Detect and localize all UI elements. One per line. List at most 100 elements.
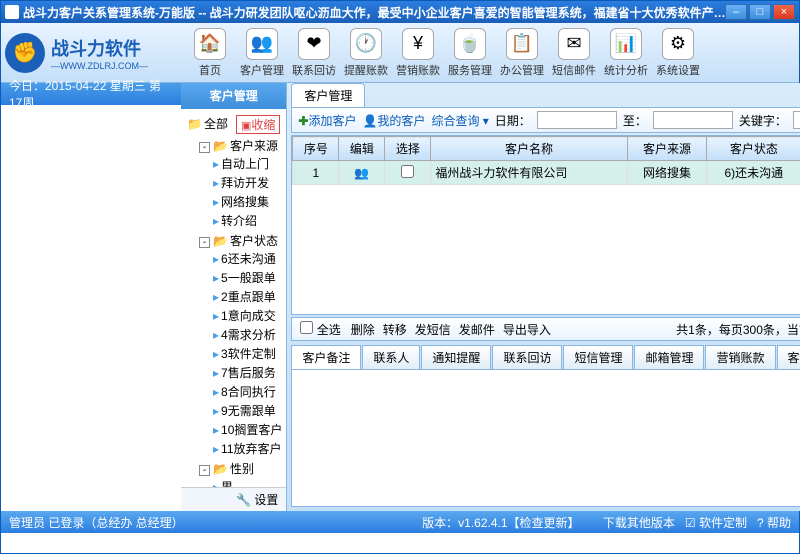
subtab[interactable]: 客户备注 — [291, 345, 361, 369]
tree-item[interactable]: 5一般跟单 — [221, 271, 276, 285]
toolbar-客户管理[interactable]: 👥客户管理 — [237, 27, 287, 79]
settings-link[interactable]: 🔧 设置 — [236, 491, 278, 508]
add-customer-button[interactable]: ✚添加客户 — [298, 112, 356, 129]
doc-icon: ▸ — [213, 271, 219, 285]
subtab[interactable]: 客户关怀 — [777, 345, 800, 369]
status-link[interactable]: 下载其他版本 — [603, 516, 675, 530]
toolbar-联系回访[interactable]: ❤联系回访 — [289, 27, 339, 79]
tree-item[interactable]: 9无需跟单 — [221, 404, 276, 418]
tree-item[interactable]: 自动上门 — [221, 157, 269, 171]
tree-group[interactable]: 客户来源 — [230, 139, 278, 153]
minimize-button[interactable]: – — [725, 4, 747, 20]
pager-op[interactable]: 删除 — [351, 321, 375, 338]
pager-op[interactable]: 发邮件 — [459, 321, 495, 338]
tree-root[interactable]: 全部 — [204, 117, 228, 131]
col-header[interactable]: 序号 — [293, 137, 339, 161]
pager-op[interactable]: 转移 — [383, 321, 407, 338]
subtab[interactable]: 邮箱管理 — [634, 345, 704, 369]
my-customers-button[interactable]: 👤我的客户 — [362, 112, 425, 129]
sub-content — [291, 369, 800, 507]
doc-icon: ▸ — [213, 290, 219, 304]
toolbar-icon: 📋 — [506, 28, 538, 60]
tree-item[interactable]: 10搁置客户 — [221, 423, 282, 437]
doc-icon: ▸ — [213, 423, 219, 437]
doc-icon: ▸ — [213, 214, 219, 228]
tree-toggle[interactable]: - — [199, 465, 210, 476]
table-row[interactable]: 1 👥 福州战斗力软件有限公司 网络搜集 6)还未沟通 李先生 男 总经理 — [293, 161, 800, 185]
toolbar-icon: 📊 — [610, 28, 642, 60]
tree-item[interactable]: 男 — [221, 480, 233, 487]
maximize-button[interactable]: □ — [749, 4, 771, 20]
pager-op[interactable]: 发短信 — [415, 321, 451, 338]
keyword-input[interactable] — [793, 111, 800, 129]
title-bar: 战斗力客户关系管理系统-万能版 -- 战斗力研发团队呕心沥血大作，最受中小企业客… — [1, 1, 799, 23]
toolbar-服务管理[interactable]: 🍵服务管理 — [445, 27, 495, 79]
tree-item[interactable]: 7售后服务 — [221, 366, 276, 380]
doc-icon: ▸ — [213, 309, 219, 323]
status-link[interactable]: ☑ 软件定制 — [685, 516, 747, 530]
col-header[interactable]: 客户来源 — [627, 137, 706, 161]
subtab[interactable]: 通知提醒 — [421, 345, 491, 369]
tree-item[interactable]: 6还未沟通 — [221, 252, 276, 266]
tree-item[interactable]: 8合同执行 — [221, 385, 276, 399]
subtab[interactable]: 联系人 — [362, 345, 420, 369]
tree-item[interactable]: 转介绍 — [221, 214, 257, 228]
subtab[interactable]: 联系回访 — [492, 345, 562, 369]
tree-item[interactable]: 3软件定制 — [221, 347, 276, 361]
app-icon — [5, 5, 19, 19]
col-header[interactable]: 选择 — [385, 137, 431, 161]
tree-item[interactable]: 11放弃客户 — [221, 442, 281, 456]
doc-icon: ▸ — [213, 366, 219, 380]
logo-area: ✊ 战斗力软件 —WWW.ZDLRJ.COM— — [1, 23, 181, 82]
col-header[interactable]: 客户状态 — [707, 137, 800, 161]
toolbar-系统设置[interactable]: ⚙系统设置 — [653, 27, 703, 79]
col-header[interactable]: 客户名称 — [431, 137, 627, 161]
tree-group[interactable]: 性别 — [230, 462, 254, 476]
sidebar-footer: 🔧 设置 — [181, 487, 286, 511]
data-grid: 序号编辑选择客户名称客户来源客户状态主联系人性别职位 1 👥 福州战斗力软件有限… — [291, 135, 800, 315]
pager-op[interactable]: 导出导入 — [503, 321, 551, 338]
date-from-input[interactable] — [537, 111, 617, 129]
col-header[interactable]: 编辑 — [339, 137, 385, 161]
subtab[interactable]: 营销账款 — [705, 345, 775, 369]
combined-query-button[interactable]: 综合查询 ▾ — [431, 112, 488, 129]
doc-icon: ▸ — [213, 480, 219, 487]
subtab[interactable]: 短信管理 — [563, 345, 633, 369]
toolbar-提醒账款[interactable]: 🕐提醒账款 — [341, 27, 391, 79]
folder-icon: 📂 — [213, 462, 228, 476]
tree-toggle[interactable]: - — [199, 237, 210, 248]
toolbar-icon: 🕐 — [350, 28, 382, 60]
folder-icon: 📂 — [213, 139, 228, 153]
toolbar-办公管理[interactable]: 📋办公管理 — [497, 27, 547, 79]
toolbar-首页[interactable]: 🏠首页 — [185, 27, 235, 79]
tree-item[interactable]: 网络搜集 — [221, 195, 269, 209]
toolbar-统计分析[interactable]: 📊统计分析 — [601, 27, 651, 79]
to-label: 至： — [623, 112, 647, 129]
row-checkbox[interactable] — [401, 165, 414, 178]
doc-icon: ▸ — [213, 347, 219, 361]
toolbar-icon: ¥ — [402, 28, 434, 60]
edit-icon[interactable]: 👥 — [339, 161, 385, 185]
tree-item[interactable]: 1意向成交 — [221, 309, 276, 323]
toolbar-营销账款[interactable]: ¥营销账款 — [393, 27, 443, 79]
tree-item[interactable]: 4需求分析 — [221, 328, 276, 342]
tree-toggle[interactable]: - — [199, 142, 210, 153]
toolbar-短信邮件[interactable]: ✉短信邮件 — [549, 27, 599, 79]
date-line: 今日：2015-04-22 星期三 第17周 — [1, 83, 181, 105]
status-login: 管理员 已登录（总经办 总经理） — [9, 514, 412, 531]
tree-item[interactable]: 拜访开发 — [221, 176, 269, 190]
close-button[interactable]: × — [773, 4, 795, 20]
doc-icon: ▸ — [213, 404, 219, 418]
doc-icon: ▸ — [213, 328, 219, 342]
status-link[interactable]: ? 帮助 — [757, 516, 791, 530]
tree-item[interactable]: 2重点跟单 — [221, 290, 276, 304]
select-all[interactable]: 全选 — [300, 321, 340, 338]
doc-icon: ▸ — [213, 195, 219, 209]
shrink-button[interactable]: ▣收缩 — [236, 115, 280, 134]
main-tab[interactable]: 客户管理 — [291, 83, 365, 107]
tree-group[interactable]: 客户状态 — [230, 234, 278, 248]
doc-icon: ▸ — [213, 442, 219, 456]
status-version[interactable]: 版本：v1.62.4.1【检查更新】 — [422, 516, 579, 530]
date-to-input[interactable] — [653, 111, 733, 129]
toolbar-icon: ⚙ — [662, 28, 694, 60]
